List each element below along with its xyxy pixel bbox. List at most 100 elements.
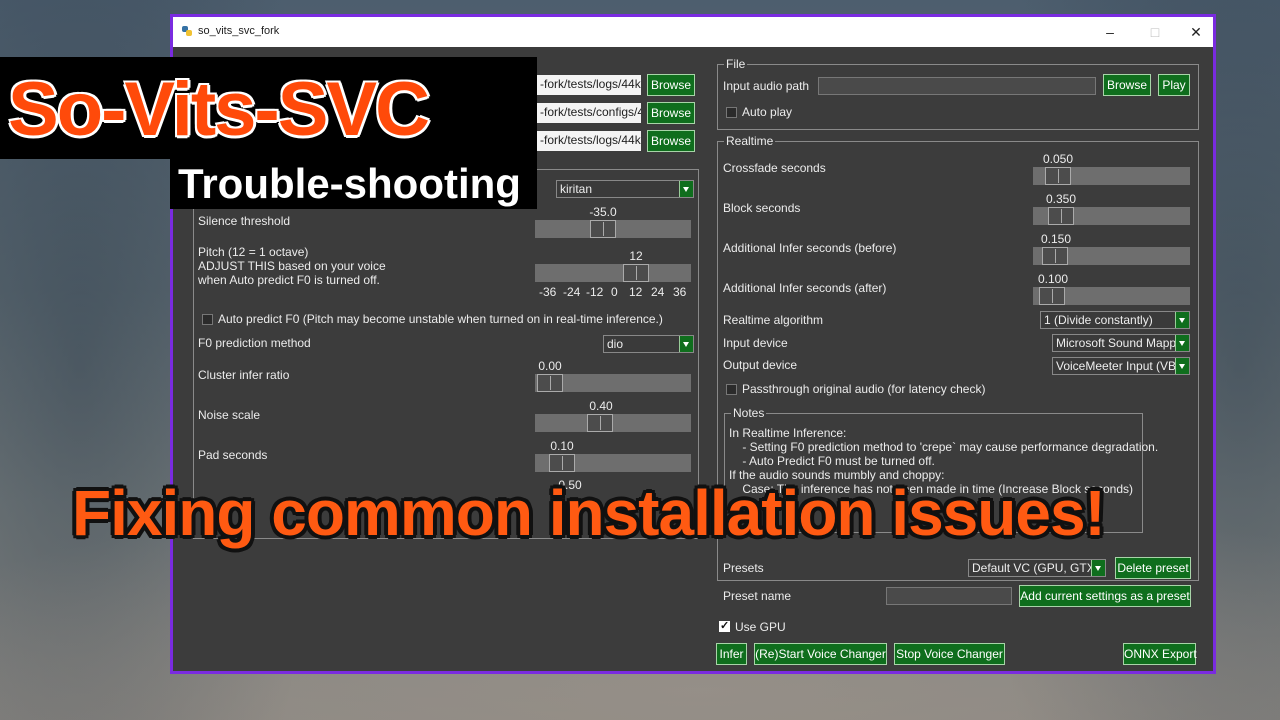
chevron-down-icon [1175, 312, 1189, 328]
chevron-down-icon [679, 181, 693, 197]
input-audio-browse-button[interactable]: Browse [1103, 74, 1151, 96]
pitch-hint-2: when Auto predict F0 is turned off. [198, 273, 380, 287]
model-path-input[interactable]: -fork/tests/logs/44k [537, 75, 641, 95]
f0-method-select[interactable]: dio [603, 335, 694, 353]
realtime-algorithm-select[interactable]: 1 (Divide constantly) [1040, 311, 1190, 329]
maximize-icon[interactable]: □ [1140, 22, 1170, 42]
block-seconds-slider[interactable] [1033, 207, 1190, 225]
pitch-label: Pitch (12 = 1 octave) [198, 245, 309, 259]
speaker-select[interactable]: kiritan [556, 180, 694, 198]
presets-select[interactable]: Default VC (GPU, GTX 1 [968, 559, 1106, 577]
play-button[interactable]: Play [1158, 74, 1190, 96]
input-device-select[interactable]: Microsoft Sound Mapper [1052, 334, 1190, 352]
delete-preset-button[interactable]: Delete preset [1115, 557, 1191, 579]
presets-value: Default VC (GPU, GTX 1 [972, 561, 1105, 575]
pitch-tick: 12 [629, 285, 643, 299]
cluster-ratio-slider[interactable] [535, 374, 691, 392]
config-path-input[interactable]: -fork/tests/configs/4 [537, 103, 641, 123]
auto-play-checkbox[interactable] [726, 107, 737, 118]
overlay-banner: Fixing common installation issues! [72, 477, 1106, 549]
input-device-value: Microsoft Sound Mapper [1056, 336, 1187, 350]
cluster-ratio-label: Cluster infer ratio [198, 368, 290, 382]
input-audio-path-field[interactable] [818, 77, 1096, 95]
slider-handle[interactable] [549, 454, 575, 472]
output-device-value: VoiceMeeter Input (VB-A [1056, 359, 1189, 373]
noise-scale-value: 0.40 [589, 399, 613, 413]
presets-label: Presets [723, 561, 764, 575]
config-browse-button[interactable]: Browse [647, 102, 695, 124]
cluster-browse-button[interactable]: Browse [647, 130, 695, 152]
infer-before-value: 0.150 [1040, 232, 1072, 246]
pitch-tick: 24 [651, 285, 665, 299]
f0-method-value: dio [607, 337, 624, 351]
pitch-slider[interactable] [535, 264, 691, 282]
silence-threshold-slider[interactable] [535, 220, 691, 238]
pad-seconds-slider[interactable] [535, 454, 691, 472]
infer-after-value: 0.100 [1037, 272, 1069, 286]
close-icon[interactable]: ✕ [1181, 22, 1211, 42]
pad-seconds-label: Pad seconds [198, 448, 268, 462]
slider-handle[interactable] [1045, 167, 1071, 185]
title-bar: so_vits_svc_fork – □ ✕ [173, 17, 1213, 47]
slider-handle[interactable] [1039, 287, 1065, 305]
pitch-tick: 36 [673, 285, 687, 299]
infer-before-label: Additional Infer seconds (before) [723, 241, 897, 255]
pitch-tick: -24 [563, 285, 581, 299]
infer-before-slider[interactable] [1033, 247, 1190, 265]
slider-handle[interactable] [1048, 207, 1074, 225]
minimize-icon[interactable]: – [1095, 22, 1125, 42]
chevron-down-icon [1091, 560, 1105, 576]
passthrough-label: Passthrough original audio (for latency … [742, 382, 986, 396]
preset-name-field[interactable] [886, 587, 1012, 605]
use-gpu-label: Use GPU [735, 620, 786, 634]
overlay-subtitle: Trouble-shooting [178, 160, 521, 207]
auto-predict-checkbox[interactable] [202, 314, 213, 325]
pitch-value: 12 [629, 249, 643, 263]
silence-threshold-value: -35.0 [589, 205, 617, 219]
add-preset-button[interactable]: Add current settings as a preset [1019, 585, 1191, 607]
pitch-tick: 0 [611, 285, 618, 299]
silence-threshold-label: Silence threshold [198, 214, 291, 228]
notes-line: In Realtime Inference: [729, 426, 847, 440]
noise-scale-slider[interactable] [535, 414, 691, 432]
cluster-path-input[interactable]: -fork/tests/logs/44k [537, 131, 641, 151]
input-device-label: Input device [723, 336, 788, 350]
realtime-algorithm-value: 1 (Divide constantly) [1044, 313, 1153, 327]
slider-handle[interactable] [587, 414, 613, 432]
python-icon [182, 26, 192, 36]
crossfade-slider[interactable] [1033, 167, 1190, 185]
pitch-tick: -36 [539, 285, 557, 299]
infer-after-label: Additional Infer seconds (after) [723, 281, 887, 295]
f0-method-label: F0 prediction method [198, 336, 311, 350]
output-device-select[interactable]: VoiceMeeter Input (VB-A [1052, 357, 1190, 375]
block-seconds-label: Block seconds [723, 201, 801, 215]
model-browse-button[interactable]: Browse [647, 74, 695, 96]
pitch-hint-1: ADJUST THIS based on your voice [198, 259, 386, 273]
pad-seconds-value: 0.10 [550, 439, 574, 453]
crossfade-label: Crossfade seconds [723, 161, 826, 175]
preset-name-label: Preset name [723, 589, 792, 603]
slider-handle[interactable] [590, 220, 616, 238]
use-gpu-checkbox[interactable] [719, 619, 730, 632]
slider-handle[interactable] [537, 374, 563, 392]
cluster-ratio-value: 0.00 [538, 359, 562, 373]
output-device-label: Output device [723, 358, 798, 372]
noise-scale-label: Noise scale [198, 408, 261, 422]
chevron-down-icon [1175, 358, 1189, 374]
auto-play-label: Auto play [742, 105, 793, 119]
input-audio-label: Input audio path [723, 79, 810, 93]
slider-handle[interactable] [623, 264, 649, 282]
window-title: so_vits_svc_fork [198, 25, 280, 37]
pitch-tick: -12 [586, 285, 604, 299]
speaker-select-value: kiritan [560, 182, 593, 196]
chevron-down-icon [1175, 335, 1189, 351]
auto-predict-label: Auto predict F0 (Pitch may become unstab… [218, 312, 663, 326]
notes-line: - Setting F0 prediction method to 'crepe… [729, 440, 1159, 454]
slider-handle[interactable] [1042, 247, 1068, 265]
restart-voice-changer-button[interactable]: (Re)Start Voice Changer [754, 643, 887, 665]
infer-button[interactable]: Infer [716, 643, 747, 665]
infer-after-slider[interactable] [1033, 287, 1190, 305]
stop-voice-changer-button[interactable]: Stop Voice Changer [894, 643, 1005, 665]
onnx-export-button[interactable]: ONNX Export [1123, 643, 1197, 665]
passthrough-checkbox[interactable] [726, 384, 737, 395]
